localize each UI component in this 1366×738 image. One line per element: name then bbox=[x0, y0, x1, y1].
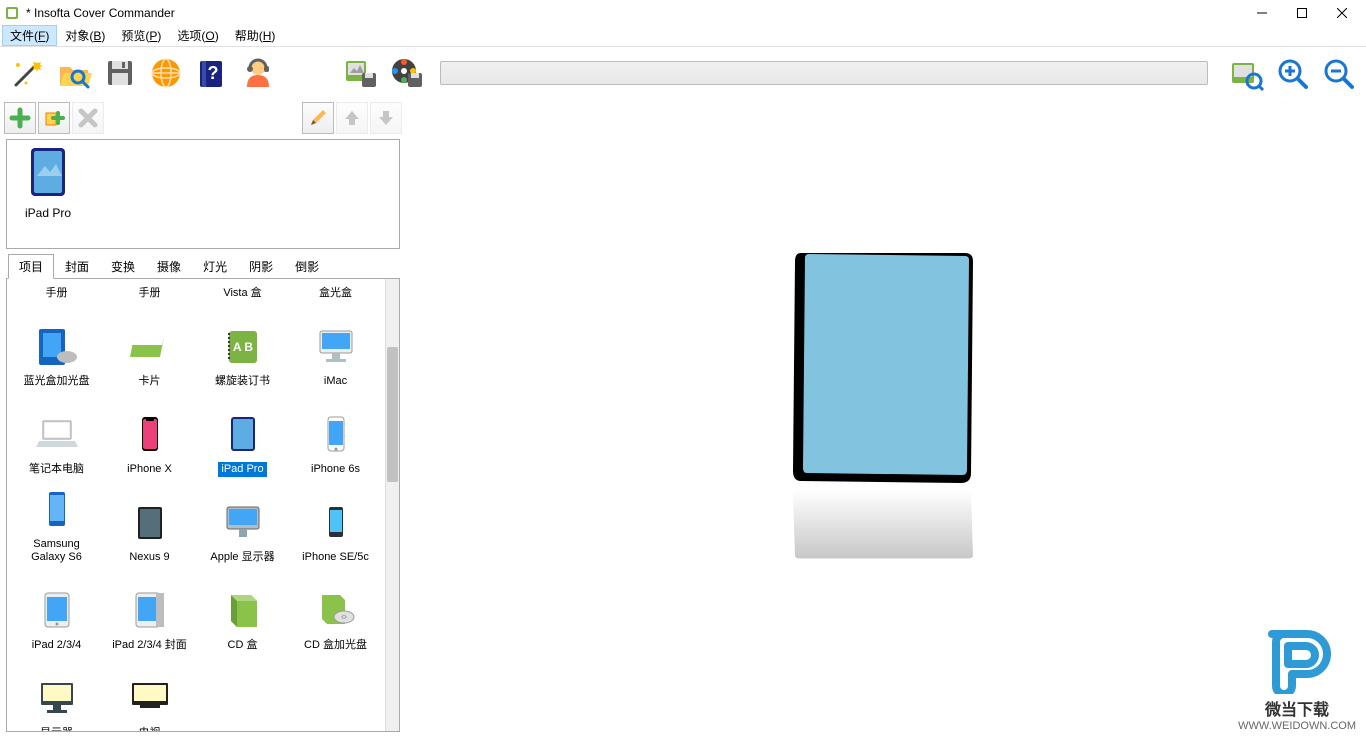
gallery-item[interactable]: Nexus 9 bbox=[104, 481, 195, 567]
title-bar: * Insofta Cover Commander bbox=[0, 0, 1366, 25]
gallery-item[interactable]: 蓝光盒加光盘 bbox=[11, 305, 102, 391]
selected-objects-box: iPad Pro bbox=[6, 139, 400, 249]
web-button[interactable] bbox=[144, 51, 188, 95]
open-button[interactable] bbox=[52, 51, 96, 95]
device-preview bbox=[771, 243, 1001, 563]
support-button[interactable] bbox=[236, 51, 280, 95]
export-video-button[interactable] bbox=[384, 51, 428, 95]
watermark-title: 微当下载 bbox=[1238, 696, 1356, 720]
gallery-item[interactable]: iPad 2/3/4 bbox=[11, 569, 102, 655]
gallery-item[interactable]: iMac bbox=[290, 305, 381, 391]
toolbar-path-input[interactable] bbox=[440, 61, 1208, 85]
minimize-button[interactable] bbox=[1242, 0, 1282, 25]
gallery-scrollbar[interactable] bbox=[385, 279, 399, 731]
main-toolbar: ? bbox=[0, 47, 1366, 99]
svg-text:A B: A B bbox=[232, 340, 253, 354]
window-title: * Insofta Cover Commander bbox=[26, 6, 1242, 20]
selected-object-item[interactable]: iPad Pro bbox=[13, 146, 83, 220]
gallery-item[interactable]: CD 盒加光盘 bbox=[290, 569, 381, 655]
close-button[interactable] bbox=[1322, 0, 1362, 25]
gallery-item[interactable]: Samsung Galaxy S6 bbox=[11, 481, 102, 567]
svg-text:?: ? bbox=[208, 63, 219, 83]
menu-4[interactable]: 帮助(H) bbox=[227, 25, 284, 46]
gallery-item[interactable]: 手册 bbox=[104, 283, 195, 303]
tab-1[interactable]: 封面 bbox=[54, 254, 100, 279]
edit-button[interactable] bbox=[302, 102, 334, 134]
gallery-item[interactable]: Vista 盒 bbox=[197, 283, 288, 303]
gallery-item[interactable]: iPhone X bbox=[104, 393, 195, 479]
tab-0[interactable]: 项目 bbox=[8, 254, 54, 279]
left-panel: iPad Pro 项目封面变换摄像灯光阴影倒影 手册手册Vista 盒盒光盒蓝光… bbox=[0, 99, 406, 738]
watermark: 微当下载 WWW.WEIDOWN.COM bbox=[1238, 624, 1356, 732]
move-down-button[interactable] bbox=[370, 102, 402, 134]
watermark-link: WWW.WEIDOWN.COM bbox=[1238, 720, 1356, 732]
tab-2[interactable]: 变换 bbox=[100, 254, 146, 279]
gallery-item[interactable]: CD 盒 bbox=[197, 569, 288, 655]
move-up-button[interactable] bbox=[336, 102, 368, 134]
tab-5[interactable]: 阴影 bbox=[238, 254, 284, 279]
menu-1[interactable]: 对象(B) bbox=[57, 25, 113, 46]
object-action-bar bbox=[2, 101, 404, 135]
menu-3[interactable]: 选项(O) bbox=[169, 25, 226, 46]
save-button[interactable] bbox=[98, 51, 142, 95]
property-tabs: 项目封面变换摄像灯光阴影倒影 bbox=[2, 253, 404, 278]
gallery-item[interactable]: iPad 2/3/4 封面 bbox=[104, 569, 195, 655]
menu-2[interactable]: 预览(P) bbox=[113, 25, 169, 46]
maximize-button[interactable] bbox=[1282, 0, 1322, 25]
gallery-item[interactable]: Apple 显示器 bbox=[197, 481, 288, 567]
help-button[interactable]: ? bbox=[190, 51, 234, 95]
gallery-item[interactable]: 盒光盒 bbox=[290, 283, 381, 303]
preview-canvas[interactable]: 微当下载 WWW.WEIDOWN.COM bbox=[406, 99, 1366, 738]
selected-object-label: iPad Pro bbox=[25, 206, 71, 220]
fit-button[interactable] bbox=[1224, 51, 1268, 95]
zoom-in-button[interactable] bbox=[1270, 51, 1314, 95]
gallery-item[interactable]: iPhone 6s bbox=[290, 393, 381, 479]
tab-6[interactable]: 倒影 bbox=[284, 254, 330, 279]
menu-bar: 文件(F)对象(B)预览(P)选项(O)帮助(H) bbox=[0, 25, 1366, 47]
gallery-item[interactable]: A B螺旋装订书 bbox=[197, 305, 288, 391]
gallery-item[interactable]: iPad Pro bbox=[197, 393, 288, 479]
main-area: iPad Pro 项目封面变换摄像灯光阴影倒影 手册手册Vista 盒盒光盒蓝光… bbox=[0, 99, 1366, 738]
duplicate-button[interactable] bbox=[38, 102, 70, 134]
tab-4[interactable]: 灯光 bbox=[192, 254, 238, 279]
gallery-item[interactable]: 笔记本电脑 bbox=[11, 393, 102, 479]
gallery: 手册手册Vista 盒盒光盒蓝光盒加光盘卡片A B螺旋装订书iMac笔记本电脑i… bbox=[6, 278, 400, 732]
gallery-item[interactable]: 手册 bbox=[11, 283, 102, 303]
add-object-button[interactable] bbox=[4, 102, 36, 134]
gallery-item[interactable]: 电视 bbox=[104, 657, 195, 731]
delete-button[interactable] bbox=[72, 102, 104, 134]
tab-3[interactable]: 摄像 bbox=[146, 254, 192, 279]
zoom-out-button[interactable] bbox=[1316, 51, 1360, 95]
gallery-grid: 手册手册Vista 盒盒光盒蓝光盒加光盘卡片A B螺旋装订书iMac笔记本电脑i… bbox=[11, 283, 381, 731]
gallery-item[interactable]: iPhone SE/5c bbox=[290, 481, 381, 567]
menu-0[interactable]: 文件(F) bbox=[2, 25, 57, 46]
export-image-button[interactable] bbox=[338, 51, 382, 95]
gallery-item[interactable]: 卡片 bbox=[104, 305, 195, 391]
wizard-button[interactable] bbox=[6, 51, 50, 95]
app-icon bbox=[4, 5, 20, 21]
gallery-item[interactable]: 显示器 bbox=[11, 657, 102, 731]
